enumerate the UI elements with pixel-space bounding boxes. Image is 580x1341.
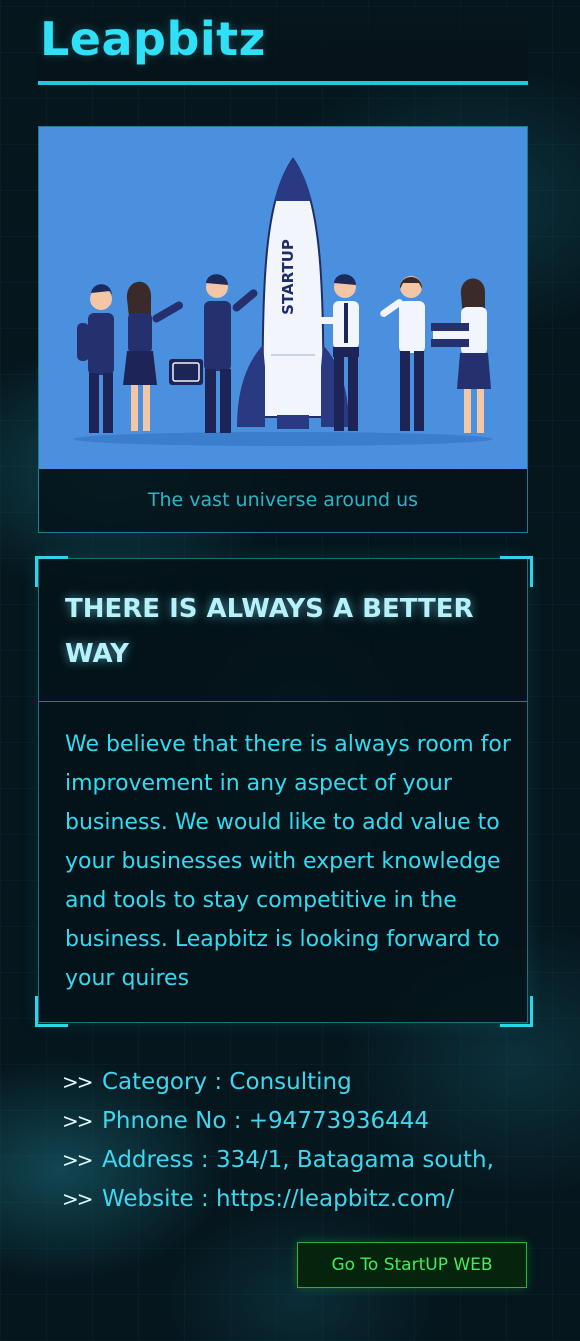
card-corner-top-right xyxy=(500,556,533,587)
chevron-right-icon: >> xyxy=(62,1070,94,1094)
detail-phone: >> Phnone No : +94773936444 xyxy=(62,1102,542,1141)
card-corner-bottom-left xyxy=(35,996,68,1027)
about-divider xyxy=(39,701,527,702)
detail-phone-text: Phnone No : +94773936444 xyxy=(102,1108,430,1134)
detail-category-text: Category : Consulting xyxy=(102,1069,352,1095)
detail-website-link[interactable]: Website : https://leapbitz.com/ xyxy=(102,1186,454,1212)
about-body: We believe that there is always room for… xyxy=(65,732,511,991)
card-corner-bottom-right xyxy=(500,996,533,1027)
header-divider xyxy=(38,81,528,85)
about-card: THERE IS ALWAYS A BETTER WAY We believe … xyxy=(38,558,528,1023)
brand-title[interactable]: Leapbitz xyxy=(40,16,266,62)
chevron-right-icon: >> xyxy=(62,1109,94,1133)
site-header: Leapbitz xyxy=(38,8,528,84)
detail-address-text: Address : 334/1, Batagama south, xyxy=(102,1147,494,1173)
detail-address: >> Address : 334/1, Batagama south, xyxy=(62,1141,542,1180)
contact-details: >> Category : Consulting >> Phnone No : +9… xyxy=(62,1063,542,1219)
detail-category: >> Category : Consulting xyxy=(62,1063,542,1102)
chevron-right-icon: >> xyxy=(62,1148,94,1172)
chevron-right-icon: >> xyxy=(62,1187,94,1211)
card-corner-top-left xyxy=(35,556,68,587)
about-title: THERE IS ALWAYS A BETTER WAY xyxy=(65,594,474,669)
hero-caption: The vast universe around us xyxy=(147,489,419,511)
detail-website: >> Website : https://leapbitz.com/ xyxy=(62,1180,542,1219)
go-to-startup-web-button[interactable]: Go To StartUP WEB xyxy=(297,1242,527,1288)
startup-illustration-svg: STARTUP xyxy=(73,157,493,446)
rocket-label: STARTUP xyxy=(279,239,297,315)
startup-team-illustration: STARTUP xyxy=(39,127,527,469)
hero-card: STARTUP The vast universe around us xyxy=(38,126,528,533)
